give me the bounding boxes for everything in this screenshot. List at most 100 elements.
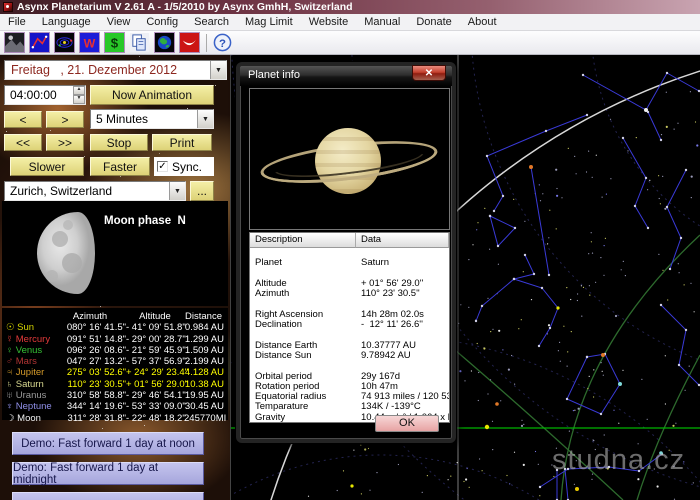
swiss-icon[interactable]: [179, 32, 200, 53]
nebula-star: [6, 131, 7, 132]
star: [591, 241, 592, 242]
menu-item-manual[interactable]: Manual: [356, 14, 408, 31]
time-spinner[interactable]: 04:00:00 ▲▼: [4, 85, 86, 105]
star: [353, 450, 354, 451]
dialog-close-button[interactable]: ✕: [412, 65, 446, 81]
star: [448, 479, 449, 480]
step-back-button[interactable]: <: [4, 111, 42, 128]
nebula-star: [159, 153, 160, 154]
nebula-star: [84, 156, 85, 157]
star: [422, 492, 423, 493]
time-spin-buttons[interactable]: ▲▼: [73, 86, 85, 104]
location-dropdown-arrow[interactable]: ▼: [169, 182, 185, 200]
interval-dropdown-arrow[interactable]: ▼: [197, 110, 213, 128]
copy-icon[interactable]: [129, 32, 150, 53]
menu-item-search[interactable]: Search: [186, 14, 237, 31]
rewind-button[interactable]: <<: [4, 134, 42, 151]
donate-icon[interactable]: $: [104, 32, 125, 53]
menu-item-file[interactable]: File: [0, 14, 34, 31]
menu-item-about[interactable]: About: [460, 14, 505, 31]
faster-button[interactable]: Faster: [90, 157, 150, 176]
spin-up-icon[interactable]: ▲: [73, 86, 85, 95]
menu-item-donate[interactable]: Donate: [408, 14, 459, 31]
fast-forward-button[interactable]: >>: [46, 134, 84, 151]
sync-checkmark-icon[interactable]: ✓: [157, 161, 168, 172]
step-forward-button[interactable]: >: [46, 111, 84, 128]
svg-text:W: W: [84, 36, 96, 50]
constellation-star: [486, 155, 488, 157]
star: [457, 462, 458, 463]
star: [547, 243, 548, 244]
info-row-altitude: Altitude+ 01° 56' 29.0'': [250, 279, 449, 289]
help-icon[interactable]: ?: [212, 32, 233, 53]
print-button[interactable]: Print: [152, 134, 212, 151]
ok-button[interactable]: OK: [375, 415, 439, 432]
star: [605, 238, 606, 239]
star: [489, 249, 490, 250]
demo-button-2[interactable]: Demo: Fast forward 1 day at midnight: [12, 462, 204, 485]
bright-star: [644, 108, 648, 112]
constellation-star: [600, 413, 602, 415]
moon-scene-icon[interactable]: [4, 32, 25, 53]
planet-row-venus: ♀ Venus096° 26' 08.6"- 21° 59' 45.9"1.50…: [2, 345, 228, 356]
location-combobox[interactable]: Zurich, Switzerland ▼: [4, 181, 186, 201]
star: [666, 92, 667, 93]
star: [577, 293, 578, 294]
planet-row-mercury: ☿ Mercury091° 51' 14.8"- 29° 00' 28.7"1.…: [2, 334, 228, 345]
star: [691, 176, 693, 178]
website-icon[interactable]: W: [79, 32, 100, 53]
nebula-star: [102, 428, 103, 429]
menu-item-view[interactable]: View: [99, 14, 139, 31]
star: [563, 326, 564, 327]
star: [602, 371, 603, 372]
date-dropdown-arrow[interactable]: ▼: [210, 61, 226, 79]
star: [337, 490, 338, 491]
bright-star: [485, 425, 489, 429]
demo-button-1[interactable]: Demo: Fast forward 1 day at noon: [12, 432, 204, 455]
star: [696, 144, 698, 146]
star: [581, 316, 582, 317]
star: [595, 282, 596, 283]
star: [498, 330, 500, 332]
earth-icon[interactable]: [154, 32, 175, 53]
stop-button[interactable]: Stop: [90, 134, 148, 151]
star: [540, 200, 541, 201]
constellation-star: [497, 245, 499, 247]
sync-checkbox[interactable]: ✓ Sync.: [154, 157, 214, 176]
solar-system-icon[interactable]: [54, 32, 75, 53]
constellation-line: [623, 138, 648, 228]
constellation-icon[interactable]: [29, 32, 50, 53]
demo-button-3[interactable]: [12, 492, 204, 500]
star: [665, 355, 666, 356]
constellation-star: [685, 169, 687, 171]
dialog-title-bar[interactable]: Planet info ✕: [240, 66, 452, 86]
star: [573, 410, 574, 411]
star: [649, 180, 650, 181]
slower-button[interactable]: Slower: [10, 157, 84, 176]
date-combobox[interactable]: Freitag , 21. Dezember 2012 ▼: [4, 60, 227, 80]
star: [559, 342, 560, 343]
menu-item-website[interactable]: Website: [301, 14, 357, 31]
star: [578, 408, 580, 410]
star: [658, 254, 659, 255]
location-more-button[interactable]: ...: [190, 181, 214, 201]
nebula-star: [139, 56, 140, 57]
constellation-star: [660, 139, 662, 141]
date-value: Freitag , 21. Dezember 2012: [5, 63, 177, 77]
spin-down-icon[interactable]: ▼: [73, 95, 85, 104]
star: [587, 388, 588, 389]
menu-item-mag-limit[interactable]: Mag Limit: [237, 14, 301, 31]
now-animation-button[interactable]: Now Animation: [90, 85, 214, 105]
menu-item-language[interactable]: Language: [34, 14, 99, 31]
star: [667, 299, 668, 300]
planet-row-saturn: ♄ Saturn110° 23' 30.5"+ 01° 56' 29.0"10.…: [2, 379, 228, 390]
star: [647, 189, 648, 190]
star: [487, 298, 488, 299]
star: [691, 197, 692, 198]
menu-item-config[interactable]: Config: [138, 14, 186, 31]
constellation-line: [476, 279, 514, 321]
col-data: Data: [356, 233, 449, 248]
star: [471, 370, 472, 371]
star: [588, 151, 589, 152]
interval-combobox[interactable]: 5 Minutes ▼: [90, 109, 214, 129]
